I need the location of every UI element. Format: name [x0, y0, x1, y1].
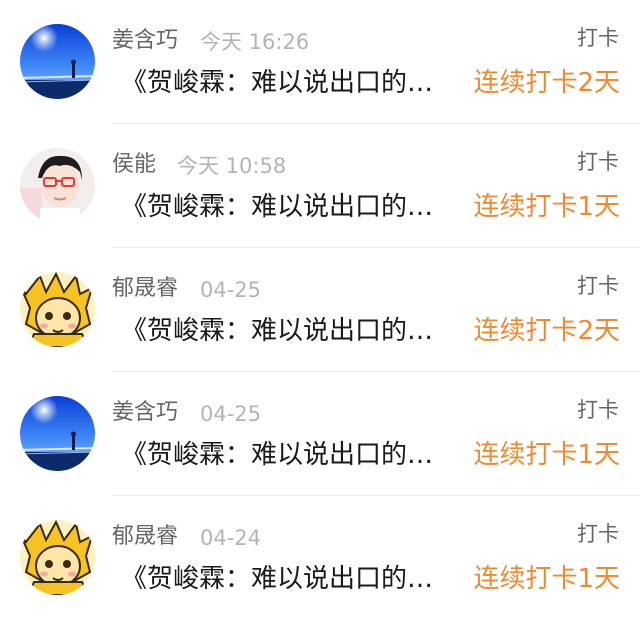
checkin-feed: 姜含巧 今天 16:26 打卡 《贺峻霖：难以说出口的… 连续打卡2天 侯能 今…	[0, 0, 640, 625]
checkin-item[interactable]: 姜含巧 04-25 打卡 《贺峻霖：难以说出口的… 连续打卡1天	[0, 372, 640, 496]
avatar[interactable]	[20, 24, 95, 99]
yellow-cartoon-avatar-image	[20, 272, 95, 347]
checkin-content[interactable]: 《贺峻霖：难以说出口的…	[121, 437, 451, 473]
streak-badge: 连续打卡2天	[473, 316, 620, 346]
checkin-type-label: 打卡	[577, 150, 619, 174]
user-name[interactable]: 郁晟睿	[112, 523, 178, 551]
checkin-content[interactable]: 《贺峻霖：难以说出口的…	[121, 65, 451, 101]
checkin-item[interactable]: 侯能 今天 10:58 打卡 《贺峻霖：难以说出口的… 连续打卡1天	[0, 124, 640, 248]
checkin-type-label: 打卡	[577, 522, 619, 546]
checkin-content[interactable]: 《贺峻霖：难以说出口的…	[121, 313, 451, 349]
timestamp: 今天 16:26	[200, 30, 310, 54]
yellow-cartoon-avatar-image	[20, 520, 95, 595]
checkin-item[interactable]: 姜含巧 今天 16:26 打卡 《贺峻霖：难以说出口的… 连续打卡2天	[0, 0, 640, 124]
checkin-type-label: 打卡	[577, 274, 619, 298]
timestamp: 04-25	[200, 278, 262, 302]
streak-badge: 连续打卡1天	[473, 192, 620, 222]
streak-badge: 连续打卡2天	[473, 68, 620, 98]
timestamp: 04-25	[200, 402, 262, 426]
boy-glasses-avatar-image	[20, 148, 95, 223]
streak-badge: 连续打卡1天	[473, 440, 620, 470]
avatar[interactable]	[20, 520, 95, 595]
user-name[interactable]: 郁晟睿	[112, 275, 178, 303]
sky-bridge-avatar-image	[20, 24, 95, 99]
checkin-type-label: 打卡	[577, 398, 619, 422]
timestamp: 今天 10:58	[177, 154, 287, 178]
user-name[interactable]: 姜含巧	[112, 27, 178, 55]
avatar[interactable]	[20, 148, 95, 223]
user-name[interactable]: 侯能	[112, 151, 156, 179]
checkin-content[interactable]: 《贺峻霖：难以说出口的…	[121, 189, 451, 225]
checkin-item[interactable]: 郁晟睿 04-24 打卡 《贺峻霖：难以说出口的… 连续打卡1天	[0, 496, 640, 620]
user-name[interactable]: 姜含巧	[112, 399, 178, 427]
checkin-item[interactable]: 郁晟睿 04-25 打卡 《贺峻霖：难以说出口的… 连续打卡2天	[0, 248, 640, 372]
streak-badge: 连续打卡1天	[473, 564, 620, 594]
avatar[interactable]	[20, 396, 95, 471]
timestamp: 04-24	[200, 526, 262, 550]
checkin-content[interactable]: 《贺峻霖：难以说出口的…	[121, 561, 451, 597]
avatar[interactable]	[20, 272, 95, 347]
checkin-type-label: 打卡	[577, 26, 619, 50]
sky-bridge-avatar-image	[20, 396, 95, 471]
